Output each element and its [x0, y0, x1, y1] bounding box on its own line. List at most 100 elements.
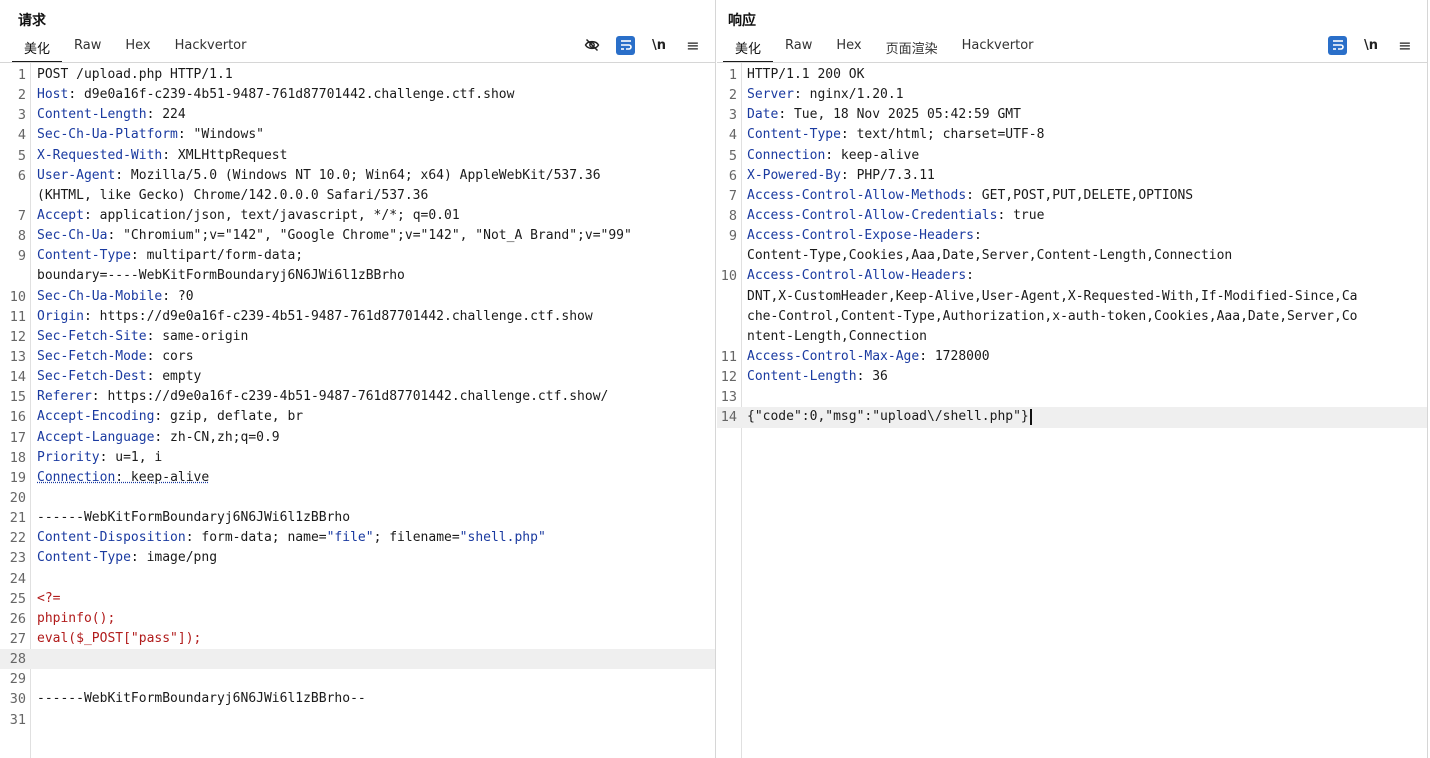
code-line: 10 Sec-Ch-Ua-Mobile: ?0 [0, 287, 715, 307]
header-value: : text/html; charset=UTF-8 [840, 127, 1045, 143]
menu-icon[interactable]: ≡ [1395, 35, 1415, 55]
line-text: Access-Control-Max-Age: 1728000 [747, 347, 1419, 367]
code-line: 6 User-Agent: Mozilla/5.0 (Windows NT 10.… [0, 166, 715, 186]
response-editor[interactable]: 1 HTTP/1.1 200 OK 2 Server: nginx/1.20.1 3 Da… [717, 62, 1427, 758]
line-number: 2 [17, 87, 26, 104]
menu-icon[interactable]: ≡ [683, 35, 703, 55]
response-tab-pretty[interactable]: 美化 [723, 36, 774, 63]
line-text: Accept-Language: zh-CN,zh;q=0.9 [37, 428, 707, 448]
code-line: 12 Sec-Fetch-Site: same-origin [0, 327, 715, 347]
line-number: 17 [9, 429, 26, 446]
header-value: : nginx/1.20.1 [793, 87, 904, 103]
code-line: 26 phpinfo(); [0, 609, 715, 629]
response-tab-hackvertor[interactable]: Hackvertor [950, 36, 1046, 60]
request-tab-hex[interactable]: Hex [113, 36, 162, 60]
wrap-icon[interactable] [1328, 35, 1347, 55]
header-name: Connection [37, 469, 116, 485]
response-toolbar: \n ≡ [1328, 35, 1415, 55]
newline-icon[interactable]: \n [649, 35, 669, 55]
code-line: ntent-Length,Connection [717, 327, 1427, 347]
code-line: 1 HTTP/1.1 200 OK [717, 65, 1427, 85]
code-line: 5 Connection: keep-alive [717, 146, 1427, 166]
response-tab-raw[interactable]: Raw [773, 36, 824, 60]
code-line: 3 Content-Length: 224 [0, 105, 715, 125]
header-value: : same-origin [146, 328, 249, 344]
header-name: Access-Control-Allow-Headers [747, 268, 967, 284]
line-number: 12 [720, 369, 737, 386]
line-number: 5 [17, 147, 26, 164]
php-code: <?= [37, 590, 61, 606]
line-number: 1 [17, 67, 26, 83]
line-text: (KHTML, like Gecko) Chrome/142.0.0.0 Saf… [37, 186, 707, 206]
request-tab-pretty[interactable]: 美化 [12, 36, 63, 63]
header-name: Host [37, 87, 69, 103]
line-number: 26 [9, 610, 26, 627]
header-value: ntent-Length,Connection [747, 328, 928, 344]
header-value: ------WebKitFormBoundaryj6N6JWi6l1zBBrho… [37, 691, 366, 707]
line-text: Origin: https://d9e0a16f-c239-4b51-9487-… [37, 307, 707, 327]
header-name: Referer [37, 389, 92, 405]
header-name: Content-Type [37, 248, 131, 264]
line-text: Referer: https://d9e0a16f-c239-4b51-9487… [37, 387, 707, 407]
line-text: Connection: keep-alive [747, 146, 1419, 166]
request-toolbar: \n ≡ [582, 35, 703, 55]
code-line: che-Control,Content-Type,Authorization,x… [717, 307, 1427, 327]
line-text: Sec-Fetch-Mode: cors [37, 347, 707, 367]
line-number: 30 [9, 691, 26, 708]
line-number: 1 [728, 67, 737, 83]
header-value: : Mozilla/5.0 (Windows NT 10.0; Win64; x… [115, 167, 601, 183]
line-number: 19 [9, 469, 26, 486]
request-tab-hackvertor[interactable]: Hackvertor [163, 36, 259, 60]
header-name: Sec-Ch-Ua [37, 228, 108, 244]
response-tab-hex[interactable]: Hex [824, 36, 873, 60]
response-tab-render[interactable]: 页面渲染 [874, 36, 950, 60]
line-number: 7 [17, 207, 26, 224]
line-number: 18 [9, 449, 26, 466]
line-number: 29 [9, 671, 26, 688]
newline-icon[interactable]: \n [1361, 35, 1381, 55]
request-tab-raw[interactable]: Raw [62, 36, 113, 60]
line-number: 10 [9, 288, 26, 305]
header-value: : form-data; name= [185, 530, 327, 546]
header-value: : zh-CN,zh;q=0.9 [154, 429, 280, 445]
request-editor[interactable]: 1 POST /upload.php HTTP/1.1 2 Host: d9e0a16… [0, 62, 715, 758]
line-text: Access-Control-Allow-Methods: GET,POST,P… [747, 186, 1419, 206]
line-number: 23 [9, 550, 26, 567]
code-line: 25 <?= [0, 589, 715, 609]
line-number: 28 [9, 651, 26, 668]
php-code: phpinfo(); [37, 610, 116, 626]
header-value: : "Windows" [177, 127, 264, 143]
eye-off-icon[interactable] [582, 35, 602, 55]
header-value: : [966, 268, 974, 284]
code-line: 10 Access-Control-Allow-Headers: [717, 266, 1427, 286]
header-name: Server [747, 87, 794, 103]
code-line: 11 Origin: https://d9e0a16f-c239-4b51-948… [0, 307, 715, 327]
line-number: 7 [728, 187, 737, 204]
code-line: 1 POST /upload.php HTTP/1.1 [0, 65, 715, 85]
header-value: : application/json, text/javascript, */*… [83, 207, 460, 223]
wrap-icon[interactable] [616, 35, 635, 55]
line-text: User-Agent: Mozilla/5.0 (Windows NT 10.0… [37, 166, 707, 186]
line-number: 6 [17, 167, 26, 184]
line-number: 27 [9, 630, 26, 647]
line-number: 12 [9, 328, 26, 345]
text-cursor [1029, 408, 1032, 425]
header-name: Content-Type [747, 127, 841, 143]
response-pane: 响应 美化 Raw Hex 页面渲染 Hackvertor \n ≡ 1 HTTP… [717, 0, 1428, 758]
line-text: Accept-Encoding: gzip, deflate, br [37, 407, 707, 427]
header-value: Content-Type,Cookies,Aaa,Date,Server,Con… [747, 248, 1233, 264]
line-text: <?= [37, 589, 707, 609]
code-line: 17 Accept-Language: zh-CN,zh;q=0.9 [0, 428, 715, 448]
code-line: 7 Accept: application/json, text/javascri… [0, 206, 715, 226]
line-number: 2 [728, 87, 737, 104]
line-number: 3 [728, 107, 737, 124]
header-value: : "Chromium";v="142", "Google Chrome";v=… [107, 228, 632, 244]
header-value: : https://d9e0a16f-c239-4b51-9487-761d87… [91, 389, 609, 405]
line-text: Content-Length: 36 [747, 367, 1419, 387]
code-line: Content-Type,Cookies,Aaa,Date,Server,Con… [717, 246, 1427, 266]
header-name: Content-Length [747, 369, 857, 385]
header-name: User-Agent [37, 167, 116, 183]
code-line: DNT,X-CustomHeader,Keep-Alive,User-Agent… [717, 287, 1427, 307]
line-text: Access-Control-Allow-Credentials: true [747, 206, 1419, 226]
response-title: 响应 [728, 13, 756, 29]
